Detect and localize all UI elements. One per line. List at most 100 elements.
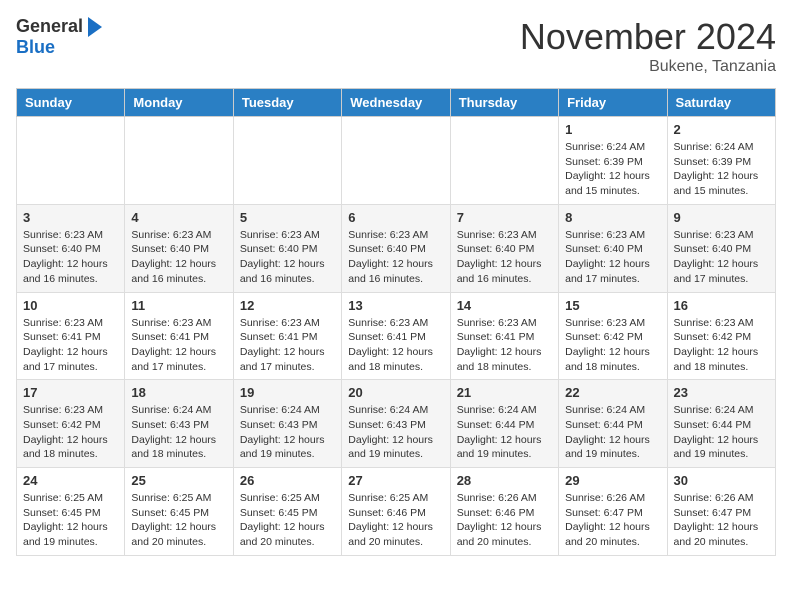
day-number: 30: [674, 473, 769, 488]
day-number: 10: [23, 298, 118, 313]
day-info: Sunrise: 6:23 AM Sunset: 6:41 PM Dayligh…: [348, 316, 443, 375]
calendar-cell: 11 Sunrise: 6:23 AM Sunset: 6:41 PM Dayli…: [125, 292, 233, 380]
calendar-cell: 30 Sunrise: 6:26 AM Sunset: 6:47 PM Dayli…: [667, 468, 775, 556]
day-info: Sunrise: 6:23 AM Sunset: 6:42 PM Dayligh…: [23, 403, 118, 462]
location: Bukene, Tanzania: [520, 58, 776, 76]
day-info: Sunrise: 6:23 AM Sunset: 6:40 PM Dayligh…: [457, 228, 552, 287]
calendar-cell: 6 Sunrise: 6:23 AM Sunset: 6:40 PM Daylig…: [342, 204, 450, 292]
calendar-cell: 29 Sunrise: 6:26 AM Sunset: 6:47 PM Dayli…: [559, 468, 667, 556]
day-number: 4: [131, 210, 226, 225]
day-number: 13: [348, 298, 443, 313]
calendar-week-row: 10 Sunrise: 6:23 AM Sunset: 6:41 PM Dayli…: [17, 292, 776, 380]
day-info: Sunrise: 6:26 AM Sunset: 6:46 PM Dayligh…: [457, 491, 552, 550]
day-number: 24: [23, 473, 118, 488]
day-number: 1: [565, 122, 660, 137]
day-info: Sunrise: 6:24 AM Sunset: 6:39 PM Dayligh…: [565, 140, 660, 199]
calendar-week-row: 3 Sunrise: 6:23 AM Sunset: 6:40 PM Daylig…: [17, 204, 776, 292]
calendar-cell: 20 Sunrise: 6:24 AM Sunset: 6:43 PM Dayli…: [342, 380, 450, 468]
day-number: 23: [674, 385, 769, 400]
day-info: Sunrise: 6:25 AM Sunset: 6:45 PM Dayligh…: [23, 491, 118, 550]
day-number: 20: [348, 385, 443, 400]
logo: General Blue: [16, 16, 102, 58]
day-info: Sunrise: 6:24 AM Sunset: 6:44 PM Dayligh…: [674, 403, 769, 462]
calendar-cell: 5 Sunrise: 6:23 AM Sunset: 6:40 PM Daylig…: [233, 204, 341, 292]
day-info: Sunrise: 6:26 AM Sunset: 6:47 PM Dayligh…: [674, 491, 769, 550]
day-number: 2: [674, 122, 769, 137]
day-info: Sunrise: 6:24 AM Sunset: 6:43 PM Dayligh…: [240, 403, 335, 462]
day-info: Sunrise: 6:23 AM Sunset: 6:41 PM Dayligh…: [457, 316, 552, 375]
day-number: 17: [23, 385, 118, 400]
day-number: 29: [565, 473, 660, 488]
calendar-week-row: 17 Sunrise: 6:23 AM Sunset: 6:42 PM Dayli…: [17, 380, 776, 468]
day-info: Sunrise: 6:24 AM Sunset: 6:44 PM Dayligh…: [457, 403, 552, 462]
calendar-cell: 23 Sunrise: 6:24 AM Sunset: 6:44 PM Dayli…: [667, 380, 775, 468]
day-number: 25: [131, 473, 226, 488]
day-info: Sunrise: 6:23 AM Sunset: 6:40 PM Dayligh…: [131, 228, 226, 287]
calendar-header-sunday: Sunday: [17, 89, 125, 117]
calendar-cell: 13 Sunrise: 6:23 AM Sunset: 6:41 PM Dayli…: [342, 292, 450, 380]
day-number: 11: [131, 298, 226, 313]
day-info: Sunrise: 6:24 AM Sunset: 6:43 PM Dayligh…: [348, 403, 443, 462]
calendar-cell: 25 Sunrise: 6:25 AM Sunset: 6:45 PM Dayli…: [125, 468, 233, 556]
calendar-cell: [125, 117, 233, 205]
day-info: Sunrise: 6:23 AM Sunset: 6:40 PM Dayligh…: [240, 228, 335, 287]
calendar-cell: 14 Sunrise: 6:23 AM Sunset: 6:41 PM Dayli…: [450, 292, 558, 380]
calendar-cell: 24 Sunrise: 6:25 AM Sunset: 6:45 PM Dayli…: [17, 468, 125, 556]
calendar-cell: [342, 117, 450, 205]
day-number: 6: [348, 210, 443, 225]
day-info: Sunrise: 6:23 AM Sunset: 6:42 PM Dayligh…: [674, 316, 769, 375]
day-info: Sunrise: 6:24 AM Sunset: 6:44 PM Dayligh…: [565, 403, 660, 462]
day-number: 7: [457, 210, 552, 225]
day-number: 12: [240, 298, 335, 313]
calendar-header-saturday: Saturday: [667, 89, 775, 117]
calendar-week-row: 24 Sunrise: 6:25 AM Sunset: 6:45 PM Dayli…: [17, 468, 776, 556]
day-number: 19: [240, 385, 335, 400]
calendar-cell: 4 Sunrise: 6:23 AM Sunset: 6:40 PM Daylig…: [125, 204, 233, 292]
calendar-cell: 10Sunrise: 6:23 AM Sunset: 6:41 PM Dayli…: [17, 292, 125, 380]
month-title: November 2024: [520, 16, 776, 58]
calendar-header-wednesday: Wednesday: [342, 89, 450, 117]
day-info: Sunrise: 6:26 AM Sunset: 6:47 PM Dayligh…: [565, 491, 660, 550]
logo-arrow-icon: [88, 17, 102, 37]
day-number: 26: [240, 473, 335, 488]
day-number: 3: [23, 210, 118, 225]
calendar-cell: [450, 117, 558, 205]
day-info: Sunrise: 6:23 AM Sunset: 6:41 PM Dayligh…: [131, 316, 226, 375]
day-info: Sunrise: 6:23 AM Sunset: 6:40 PM Dayligh…: [348, 228, 443, 287]
calendar-cell: 18 Sunrise: 6:24 AM Sunset: 6:43 PM Dayli…: [125, 380, 233, 468]
day-number: 15: [565, 298, 660, 313]
day-info: Sunrise: 6:24 AM Sunset: 6:39 PM Dayligh…: [674, 140, 769, 199]
calendar-cell: 7 Sunrise: 6:23 AM Sunset: 6:40 PM Daylig…: [450, 204, 558, 292]
calendar-cell: 22Sunrise: 6:24 AM Sunset: 6:44 PM Dayli…: [559, 380, 667, 468]
day-number: 27: [348, 473, 443, 488]
title-area: November 2024 Bukene, Tanzania: [520, 16, 776, 76]
day-info: Sunrise: 6:23 AM Sunset: 6:40 PM Dayligh…: [674, 228, 769, 287]
calendar-cell: 3 Sunrise: 6:23 AM Sunset: 6:40 PM Daylig…: [17, 204, 125, 292]
day-info: Sunrise: 6:24 AM Sunset: 6:43 PM Dayligh…: [131, 403, 226, 462]
day-info: Sunrise: 6:23 AM Sunset: 6:40 PM Dayligh…: [565, 228, 660, 287]
day-info: Sunrise: 6:25 AM Sunset: 6:45 PM Dayligh…: [240, 491, 335, 550]
calendar-table: SundayMondayTuesdayWednesdayThursdayFrid…: [16, 88, 776, 556]
calendar-cell: 28 Sunrise: 6:26 AM Sunset: 6:46 PM Dayli…: [450, 468, 558, 556]
day-number: 9: [674, 210, 769, 225]
day-info: Sunrise: 6:25 AM Sunset: 6:45 PM Dayligh…: [131, 491, 226, 550]
calendar-cell: 17 Sunrise: 6:23 AM Sunset: 6:42 PM Dayli…: [17, 380, 125, 468]
logo-blue-text: Blue: [16, 37, 55, 58]
calendar-cell: 16 Sunrise: 6:23 AM Sunset: 6:42 PM Dayli…: [667, 292, 775, 380]
day-number: 21: [457, 385, 552, 400]
day-number: 14: [457, 298, 552, 313]
day-number: 5: [240, 210, 335, 225]
logo-general-text: General: [16, 16, 83, 37]
calendar-cell: 9 Sunrise: 6:23 AM Sunset: 6:40 PM Daylig…: [667, 204, 775, 292]
day-number: 18: [131, 385, 226, 400]
calendar-body: 1 Sunrise: 6:24 AM Sunset: 6:39 PM Daylig…: [17, 117, 776, 556]
day-number: 8: [565, 210, 660, 225]
day-number: 16: [674, 298, 769, 313]
page-header: General Blue November 2024 Bukene, Tanza…: [16, 16, 776, 76]
calendar-header-tuesday: Tuesday: [233, 89, 341, 117]
day-number: 28: [457, 473, 552, 488]
calendar-cell: [233, 117, 341, 205]
day-info: Sunrise: 6:23 AM Sunset: 6:40 PM Dayligh…: [23, 228, 118, 287]
calendar-header-friday: Friday: [559, 89, 667, 117]
calendar-cell: 27Sunrise: 6:25 AM Sunset: 6:46 PM Dayli…: [342, 468, 450, 556]
